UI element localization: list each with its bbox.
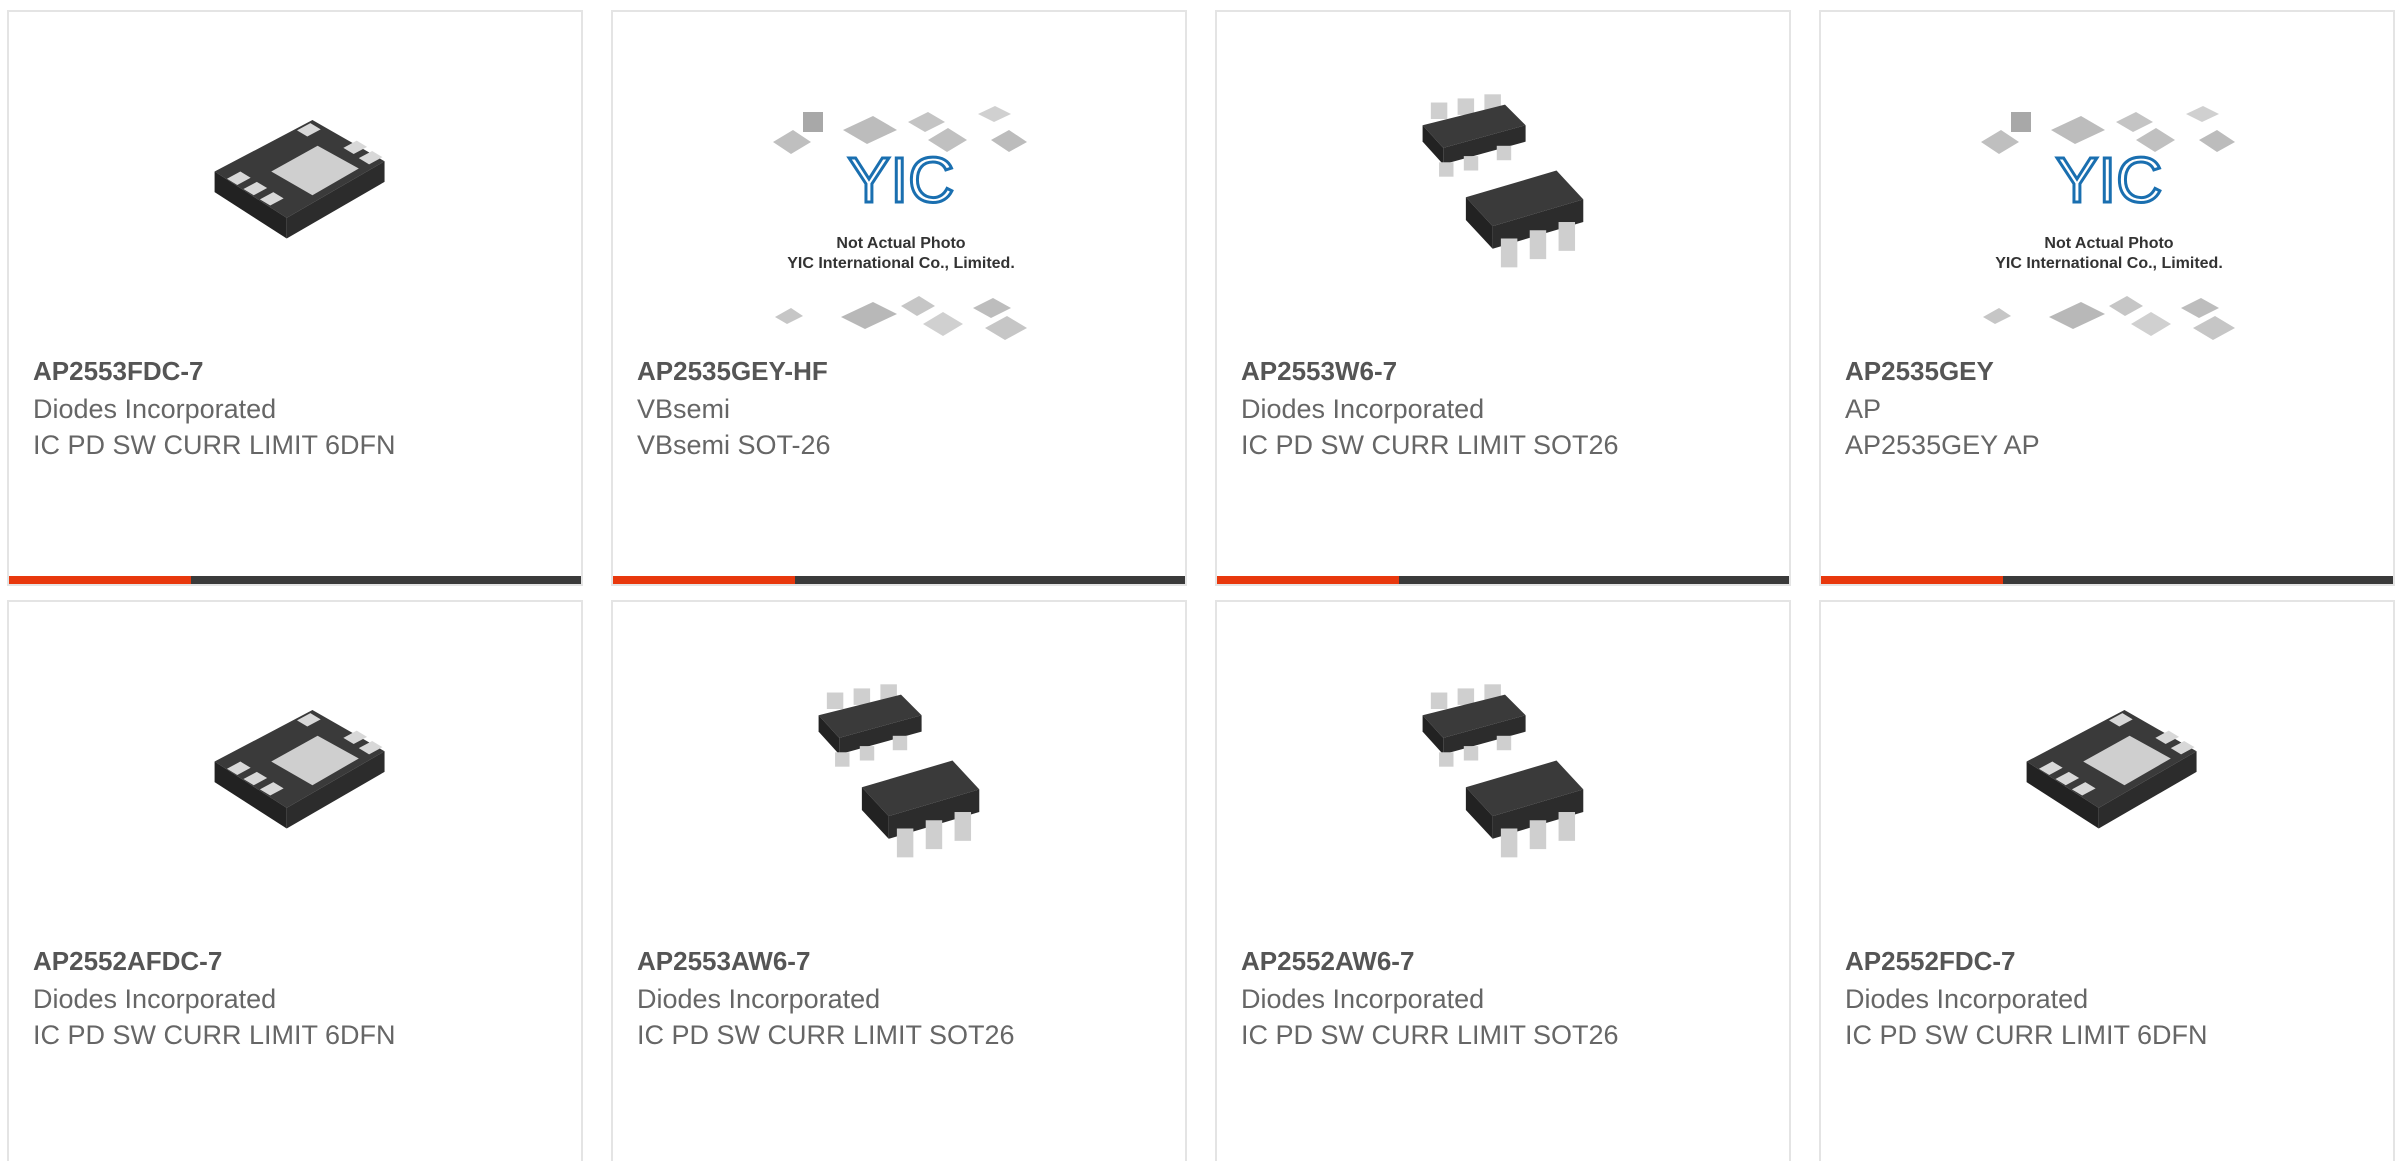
part-number[interactable]: AP2552AW6-7	[1241, 946, 1414, 977]
part-number[interactable]: AP2553W6-7	[1241, 356, 1397, 387]
svg-text:YIC: YIC	[848, 144, 955, 216]
part-number[interactable]: AP2552AFDC-7	[33, 946, 222, 977]
card-bar-accent	[613, 576, 795, 584]
card-bar-accent	[1821, 576, 2003, 584]
product-card[interactable]: AP2553AW6-7 Diodes Incorporated IC PD SW…	[611, 600, 1187, 1161]
card-bar	[1217, 576, 1789, 584]
description: IC PD SW CURR LIMIT SOT26	[637, 1020, 1015, 1050]
manufacturer: Diodes Incorporated	[1241, 984, 1485, 1014]
dfn-package-icon	[194, 674, 400, 880]
product-card[interactable]: AP2553W6-7 Diodes Incorporated IC PD SW …	[1215, 10, 1791, 586]
manufacturer: Diodes Incorporated	[33, 984, 277, 1014]
card-bar-accent	[1217, 576, 1399, 584]
placeholder-image: YIC Not Actual Photo YIC International C…	[1971, 102, 2247, 352]
product-card[interactable]: YIC Not Actual Photo YIC International C…	[1819, 10, 2395, 586]
description: IC PD SW CURR LIMIT SOT26	[1241, 430, 1619, 460]
svg-text:YIC International Co., Limited: YIC International Co., Limited.	[1995, 255, 2223, 272]
card-bar	[1821, 576, 2393, 584]
placeholder-image: YIC Not Actual Photo YIC International C…	[763, 102, 1039, 352]
svg-text:YIC: YIC	[2056, 144, 2163, 216]
sot26-package-icon	[1402, 84, 1608, 290]
card-bar	[613, 576, 1185, 584]
product-card[interactable]: AP2552FDC-7 Diodes Incorporated IC PD SW…	[1819, 600, 2395, 1161]
product-card[interactable]: AP2552AW6-7 Diodes Incorporated IC PD SW…	[1215, 600, 1791, 1161]
sot26-package-icon	[1402, 674, 1608, 880]
product-grid: AP2553FDC-7 Diodes Incorporated IC PD SW…	[0, 0, 2400, 1161]
manufacturer: AP	[1845, 394, 1882, 424]
description: IC PD SW CURR LIMIT SOT26	[1241, 1020, 1619, 1050]
part-number[interactable]: AP2535GEY-HF	[637, 356, 828, 387]
description: IC PD SW CURR LIMIT 6DFN	[33, 430, 396, 460]
product-card[interactable]: AP2553FDC-7 Diodes Incorporated IC PD SW…	[7, 10, 583, 586]
part-number[interactable]: AP2535GEY	[1845, 356, 1994, 387]
part-number[interactable]: AP2552FDC-7	[1845, 946, 2016, 977]
card-bar-accent	[9, 576, 191, 584]
description: AP2535GEY AP	[1845, 430, 2040, 460]
manufacturer: Diodes Incorporated	[1241, 394, 1485, 424]
dfn-package-icon	[194, 84, 400, 290]
manufacturer: Diodes Incorporated	[637, 984, 881, 1014]
product-card[interactable]: AP2552AFDC-7 Diodes Incorporated IC PD S…	[7, 600, 583, 1161]
svg-text:Not Actual Photo: Not Actual Photo	[2044, 235, 2173, 252]
manufacturer: VBsemi	[637, 394, 731, 424]
sot26-package-icon	[798, 674, 1004, 880]
part-number[interactable]: AP2553AW6-7	[637, 946, 810, 977]
part-number[interactable]: AP2553FDC-7	[33, 356, 204, 387]
dfn-package-icon	[2006, 674, 2212, 880]
svg-text:YIC International Co., Limited: YIC International Co., Limited.	[787, 255, 1015, 272]
description: IC PD SW CURR LIMIT 6DFN	[1845, 1020, 2208, 1050]
manufacturer: Diodes Incorporated	[33, 394, 277, 424]
description: VBsemi SOT-26	[637, 430, 831, 460]
description: IC PD SW CURR LIMIT 6DFN	[33, 1020, 396, 1050]
svg-text:Not Actual Photo: Not Actual Photo	[836, 235, 965, 252]
card-bar	[9, 576, 581, 584]
manufacturer: Diodes Incorporated	[1845, 984, 2089, 1014]
product-card[interactable]: YIC Not Actual Photo YIC International C…	[611, 10, 1187, 586]
